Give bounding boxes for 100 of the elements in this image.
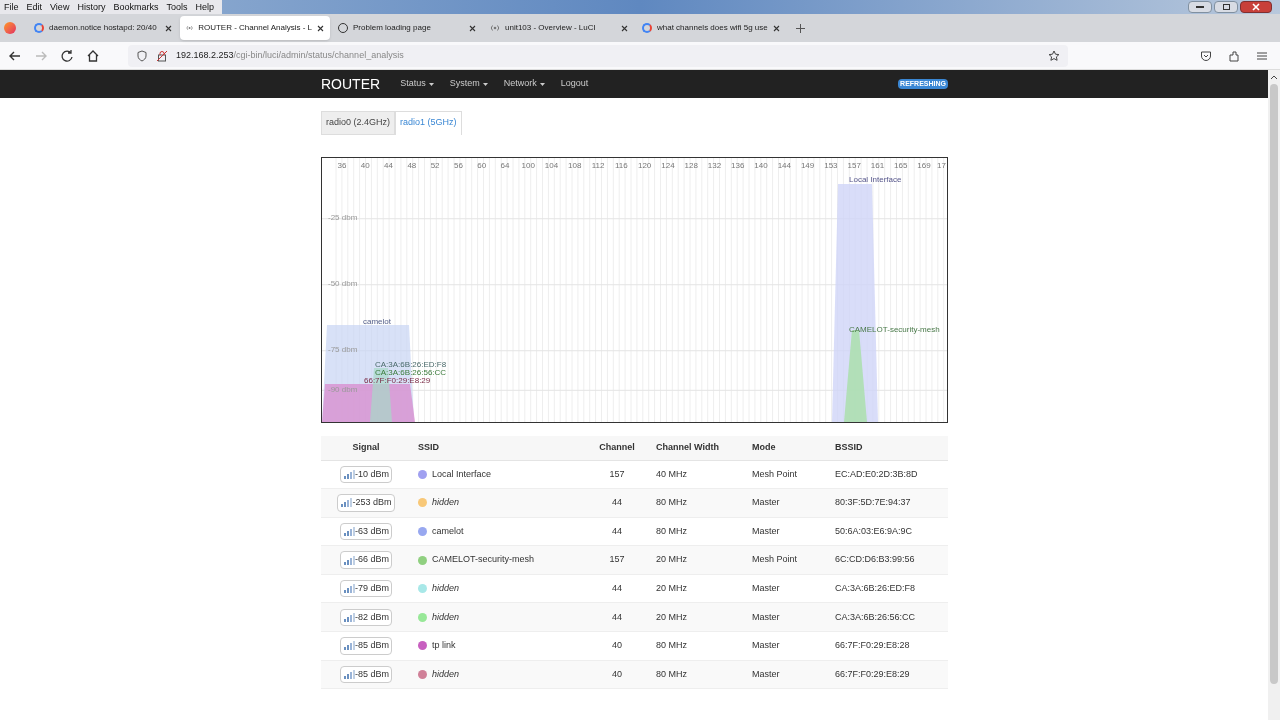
browser-tab[interactable]: daemon.notice hostapd: 20/40: [28, 16, 178, 40]
level-axis-label: -75 dbm: [328, 344, 358, 357]
menu-item[interactable]: Bookmarks: [109, 0, 163, 14]
ssid-text: camelot: [432, 524, 464, 538]
network-label: Local Interface: [849, 175, 902, 184]
firefox-icon[interactable]: [4, 22, 16, 34]
signal-reading: -63 dBm: [340, 522, 392, 541]
table-cell-text: 66:7F:F0:29:E8:28: [834, 639, 911, 653]
table-cell-text: 80 MHz: [655, 496, 688, 510]
router-brand[interactable]: ROUTER: [321, 73, 381, 95]
menu-item[interactable]: File: [0, 0, 23, 14]
nav-menu-item[interactable]: Status: [400, 77, 434, 91]
channel-axis-label: 116: [615, 159, 628, 172]
nav-menu-item[interactable]: Network: [503, 77, 545, 91]
table-cell-text: Master: [751, 524, 781, 538]
browser-tab[interactable]: what channels does wifi 5g use: [636, 16, 786, 40]
channel-axis-label: 36: [337, 159, 347, 172]
network-label: camelot: [363, 317, 391, 326]
tab-close-icon[interactable]: [469, 24, 476, 32]
signal-reading: -10 dBm: [340, 465, 392, 484]
table-cell-text: 80:3F:5D:7E:94:37: [834, 496, 912, 510]
table-cell-text: 80 MHz: [655, 667, 688, 681]
channel-axis-label: 165: [894, 159, 908, 172]
google-icon: [642, 23, 652, 33]
network-label: CA:3A:6B:26:ED:F8: [375, 360, 447, 369]
channel-axis-label: 136: [731, 159, 745, 172]
home-icon[interactable]: [86, 48, 100, 63]
channel-axis-label: 48: [407, 159, 417, 172]
signal-bars-icon: [343, 669, 355, 679]
caret-icon: [482, 82, 488, 86]
table-cell-text: 40 MHz: [655, 467, 688, 481]
channel-axis-label: 40: [360, 159, 370, 172]
scroll-up-icon[interactable]: [1270, 74, 1278, 80]
table-cell-text: 50:6A:03:E6:9A:9C: [834, 524, 914, 538]
signal-bars-icon: [343, 555, 355, 565]
browser-tab[interactable]: ROUTER - Channel Analysis - L: [180, 16, 330, 40]
signal-bars-icon: [343, 641, 355, 651]
reload-icon[interactable]: [60, 48, 74, 63]
signal-bars-icon: [343, 612, 355, 622]
address-bar[interactable]: 192.168.2.253/cgi-bin/luci/admin/status/channel_analysis: [128, 44, 1068, 67]
tab-title: Problem loading page: [353, 22, 432, 34]
nav-menu-item[interactable]: System: [449, 77, 488, 91]
network-label: CA:3A:6B:26:56:CC: [375, 368, 447, 377]
tab-title: what channels does wifi 5g use: [657, 22, 768, 34]
tab-title: unit103 - Overview - LuCI: [505, 22, 597, 34]
table-cell-text: Master: [751, 496, 781, 510]
google-icon: [34, 23, 44, 33]
channel-axis-label: 120: [637, 159, 652, 172]
ssid-text: hidden: [432, 581, 460, 595]
channel-axis-label: 100: [521, 159, 535, 172]
ssid-text: hidden: [432, 496, 460, 510]
network-label: CAMELOT-security-mesh: [849, 325, 940, 334]
signal-bars-icon: [340, 498, 353, 508]
browser-tab[interactable]: Problem loading page: [332, 16, 482, 40]
new-tab-icon[interactable]: [796, 24, 805, 33]
menu-icon[interactable]: [1256, 49, 1268, 62]
radio-tab[interactable]: radio1 (5GHz): [395, 111, 462, 135]
table-cell-text: 157: [608, 467, 626, 481]
tab-close-icon[interactable]: [165, 24, 172, 32]
table-cell-text: 20 MHz: [655, 610, 688, 624]
ssid-text: Local Interface: [432, 467, 492, 481]
channel-axis-label: 153: [824, 159, 838, 172]
signal-reading: -85 dBm: [340, 665, 392, 684]
channel-axis-label: 56: [453, 159, 463, 172]
browser-tab[interactable]: unit103 - Overview - LuCI: [484, 16, 634, 40]
tab-title: ROUTER - Channel Analysis - L: [198, 22, 312, 34]
level-axis-label: -50 dbm: [328, 278, 358, 291]
menu-item[interactable]: History: [73, 0, 110, 14]
channel-axis-label: 128: [684, 159, 698, 172]
radio-tab[interactable]: radio0 (2.4GHz): [321, 111, 396, 135]
scrollbar[interactable]: [1268, 70, 1280, 720]
table-cell-text: Mesh Point: [751, 467, 799, 481]
table-cell-text: 40: [611, 667, 623, 681]
signal-bars-icon: [343, 469, 355, 479]
menu-item[interactable]: Tools: [162, 0, 192, 14]
network-label: 66:7F:F0:29:E8:29: [364, 376, 431, 385]
close-button[interactable]: [1240, 1, 1272, 13]
channel-axis-label: 60: [477, 159, 487, 172]
menu-item[interactable]: View: [46, 0, 74, 14]
signal-bars-icon: [343, 527, 355, 536]
maximize-button[interactable]: [1214, 1, 1238, 13]
channel-axis-label: 149: [800, 159, 815, 172]
menu-item[interactable]: Help: [191, 0, 218, 14]
tab-title: daemon.notice hostapd: 20/40: [49, 22, 158, 34]
pocket-icon[interactable]: [1200, 49, 1212, 62]
table-cell-text: 44: [611, 581, 623, 595]
tab-close-icon[interactable]: [621, 24, 628, 32]
tab-close-icon[interactable]: [317, 24, 324, 32]
nav-menu-item[interactable]: Logout: [560, 77, 589, 91]
tab-close-icon[interactable]: [773, 24, 780, 32]
table-cell-text: 66:7F:F0:29:E8:29: [834, 667, 911, 681]
minimize-button[interactable]: [1188, 1, 1212, 13]
table-cell-text: 44: [611, 496, 623, 510]
channel-axis-label: 161: [870, 159, 885, 172]
menu-item[interactable]: Edit: [22, 0, 47, 14]
table-cell-text: 44: [611, 524, 623, 538]
bookmark-star-icon[interactable]: [1048, 49, 1060, 62]
extensions-icon[interactable]: [1228, 49, 1240, 62]
column-header: BSSID: [834, 440, 864, 454]
channel-axis-label: 104: [544, 159, 559, 172]
